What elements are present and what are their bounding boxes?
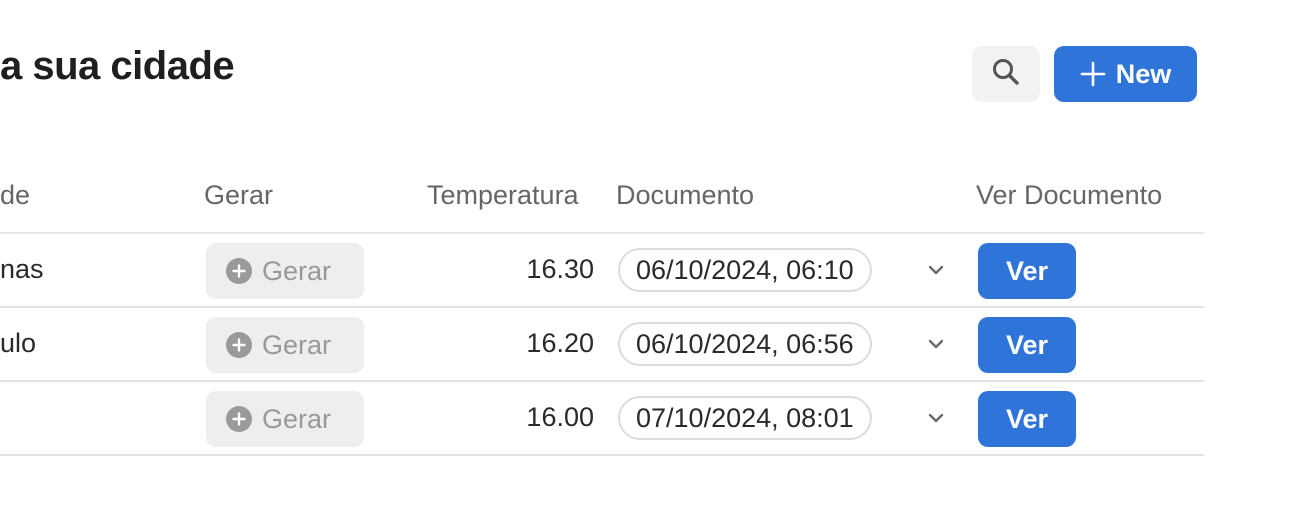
new-button[interactable]: New — [1054, 46, 1197, 102]
ver-button[interactable]: Ver — [978, 317, 1076, 373]
document-date-select[interactable]: 06/10/2024, 06:10 — [618, 248, 872, 292]
table-header: de Gerar Temperatura Documento Ver Docum… — [0, 160, 1204, 234]
table-row: ulo Gerar 16.20 06/10/2024, 06:56 Ver — [0, 308, 1204, 382]
gerar-button-label: Gerar — [262, 403, 332, 434]
search-button[interactable] — [972, 46, 1040, 102]
new-button-label: New — [1115, 58, 1172, 89]
ver-button[interactable]: Ver — [978, 243, 1076, 299]
chevron-down-icon[interactable] — [926, 262, 946, 278]
table-row: nas Gerar 16.30 06/10/2024, 06:10 Ver — [0, 234, 1204, 308]
temperature-cell: 16.30 — [526, 254, 594, 284]
document-date-select[interactable]: 07/10/2024, 08:01 — [618, 396, 872, 440]
chevron-down-icon[interactable] — [926, 336, 946, 352]
page: a sua cidade New de Gerar Temperatura Do… — [0, 0, 1300, 506]
table-row: Gerar 16.00 07/10/2024, 08:01 Ver — [0, 382, 1204, 456]
column-header-ver-documento[interactable]: Ver Documento — [976, 180, 1162, 211]
column-header-documento[interactable]: Documento — [616, 180, 754, 211]
chevron-down-icon[interactable] — [926, 410, 946, 426]
temperature-cell: 16.00 — [526, 402, 594, 432]
search-icon — [990, 56, 1022, 93]
plus-circle-icon — [226, 258, 252, 284]
gerar-button[interactable]: Gerar — [206, 391, 364, 447]
column-header-temperatura[interactable]: Temperatura — [427, 180, 579, 211]
plus-circle-icon — [226, 332, 252, 358]
document-date-select[interactable]: 06/10/2024, 06:56 — [618, 322, 872, 366]
city-cell: ulo — [0, 328, 37, 358]
page-title: a sua cidade — [0, 44, 235, 88]
city-cell: nas — [0, 254, 44, 284]
gerar-button[interactable]: Gerar — [206, 317, 364, 373]
gerar-button[interactable]: Gerar — [206, 243, 364, 299]
column-header-city[interactable]: de — [0, 180, 30, 211]
temperature-cell: 16.20 — [526, 328, 594, 358]
gerar-button-label: Gerar — [262, 255, 332, 286]
plus-icon — [1080, 61, 1106, 87]
gerar-button-label: Gerar — [262, 329, 332, 360]
plus-circle-icon — [226, 406, 252, 432]
ver-button[interactable]: Ver — [978, 391, 1076, 447]
column-header-gerar[interactable]: Gerar — [204, 180, 273, 211]
